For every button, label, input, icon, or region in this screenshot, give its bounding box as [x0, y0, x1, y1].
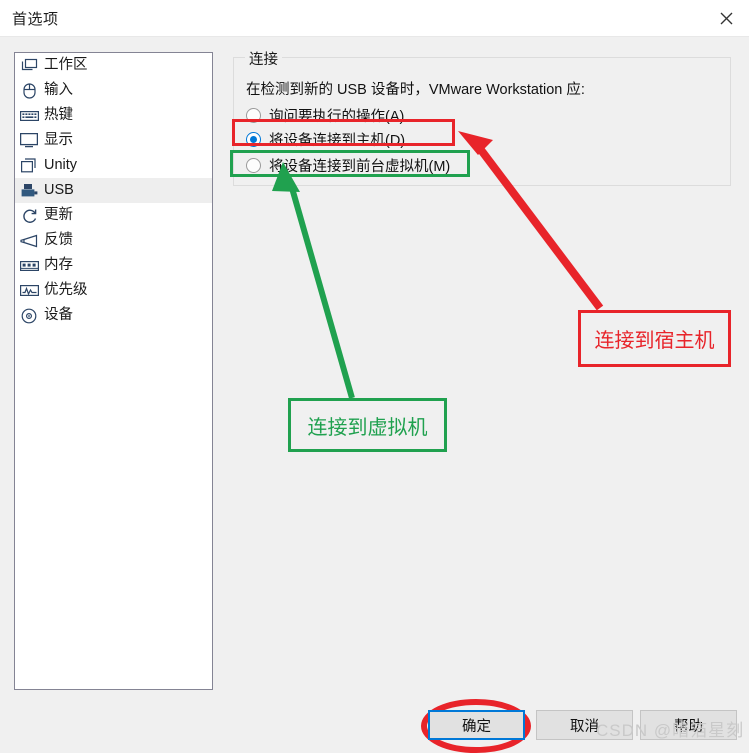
- windows-icon: [19, 157, 39, 175]
- sidebar-item-label: 输入: [44, 82, 73, 99]
- connection-group-title: 连接: [245, 48, 282, 69]
- radio-indicator-selected: [246, 131, 261, 147]
- mouse-icon: [19, 82, 39, 100]
- keyboard-icon: [19, 107, 39, 125]
- sidebar-item-hotkeys[interactable]: 热键: [15, 103, 212, 128]
- sidebar-item-input[interactable]: 输入: [15, 78, 212, 103]
- radio-label: 询问要执行的操作(A): [269, 108, 405, 125]
- sidebar-item-display[interactable]: 显示: [15, 128, 212, 153]
- radio-connect-to-foreground-vm[interactable]: 将设备连接到前台虚拟机(M): [246, 154, 450, 176]
- sidebar-item-label: 内存: [44, 257, 73, 274]
- help-button[interactable]: 帮助: [640, 710, 737, 740]
- pulse-icon: [19, 282, 39, 300]
- sidebar-item-label: Unity: [44, 157, 78, 174]
- settings-category-list[interactable]: 工作区 输入 热键 显示 Unity USB 更新 反馈 内存 优先级 设备: [14, 52, 213, 690]
- window-title: 首选项: [12, 11, 59, 28]
- megaphone-icon: [19, 232, 39, 250]
- sidebar-item-label: 热键: [44, 107, 73, 124]
- radio-indicator: [246, 157, 261, 173]
- sidebar-item-label: 工作区: [44, 57, 88, 74]
- ok-button[interactable]: 确定: [428, 710, 525, 740]
- radio-ask-what-to-do[interactable]: 询问要执行的操作(A): [246, 104, 404, 126]
- refresh-icon: [19, 207, 39, 225]
- sidebar-item-feedback[interactable]: 反馈: [15, 228, 212, 253]
- memory-icon: [19, 257, 39, 275]
- title-bar: 首选项: [0, 0, 749, 37]
- radio-indicator: [246, 107, 261, 123]
- disc-icon: [19, 307, 39, 325]
- sidebar-item-memory[interactable]: 内存: [15, 253, 212, 278]
- close-icon: [720, 12, 733, 25]
- annotation-green-text: 连接到虚拟机: [307, 416, 428, 439]
- radio-label: 将设备连接到主机(D): [269, 132, 406, 149]
- sidebar-item-devices[interactable]: 设备: [15, 303, 212, 328]
- sidebar-item-label: 更新: [44, 207, 73, 224]
- annotation-red-text: 连接到宿主机: [594, 330, 715, 352]
- sidebar-item-label: 优先级: [44, 282, 88, 299]
- radio-label: 将设备连接到前台虚拟机(M): [269, 158, 451, 175]
- sidebar-item-label: 显示: [44, 132, 73, 149]
- sidebar-item-priority[interactable]: 优先级: [15, 278, 212, 303]
- sidebar-item-workspace[interactable]: 工作区: [15, 53, 212, 78]
- close-button[interactable]: [703, 0, 749, 36]
- connection-description: 在检测到新的 USB 设备时，VMware Workstation 应:: [246, 82, 585, 98]
- sidebar-item-unity[interactable]: Unity: [15, 153, 212, 178]
- sidebar-item-updates[interactable]: 更新: [15, 203, 212, 228]
- sidebar-item-label: USB: [44, 182, 74, 199]
- usb-icon: [19, 182, 39, 200]
- monitor-icon: [19, 132, 39, 150]
- radio-connect-to-host[interactable]: 将设备连接到主机(D): [246, 128, 405, 150]
- annotation-label-vm: 连接到虚拟机: [288, 398, 447, 452]
- annotation-label-host: 连接到宿主机: [578, 310, 731, 367]
- cancel-button[interactable]: 取消: [536, 710, 633, 740]
- sidebar-item-usb[interactable]: USB: [15, 178, 212, 203]
- workspace-icon: [19, 57, 39, 75]
- sidebar-item-label: 设备: [44, 307, 73, 324]
- sidebar-item-label: 反馈: [44, 232, 73, 249]
